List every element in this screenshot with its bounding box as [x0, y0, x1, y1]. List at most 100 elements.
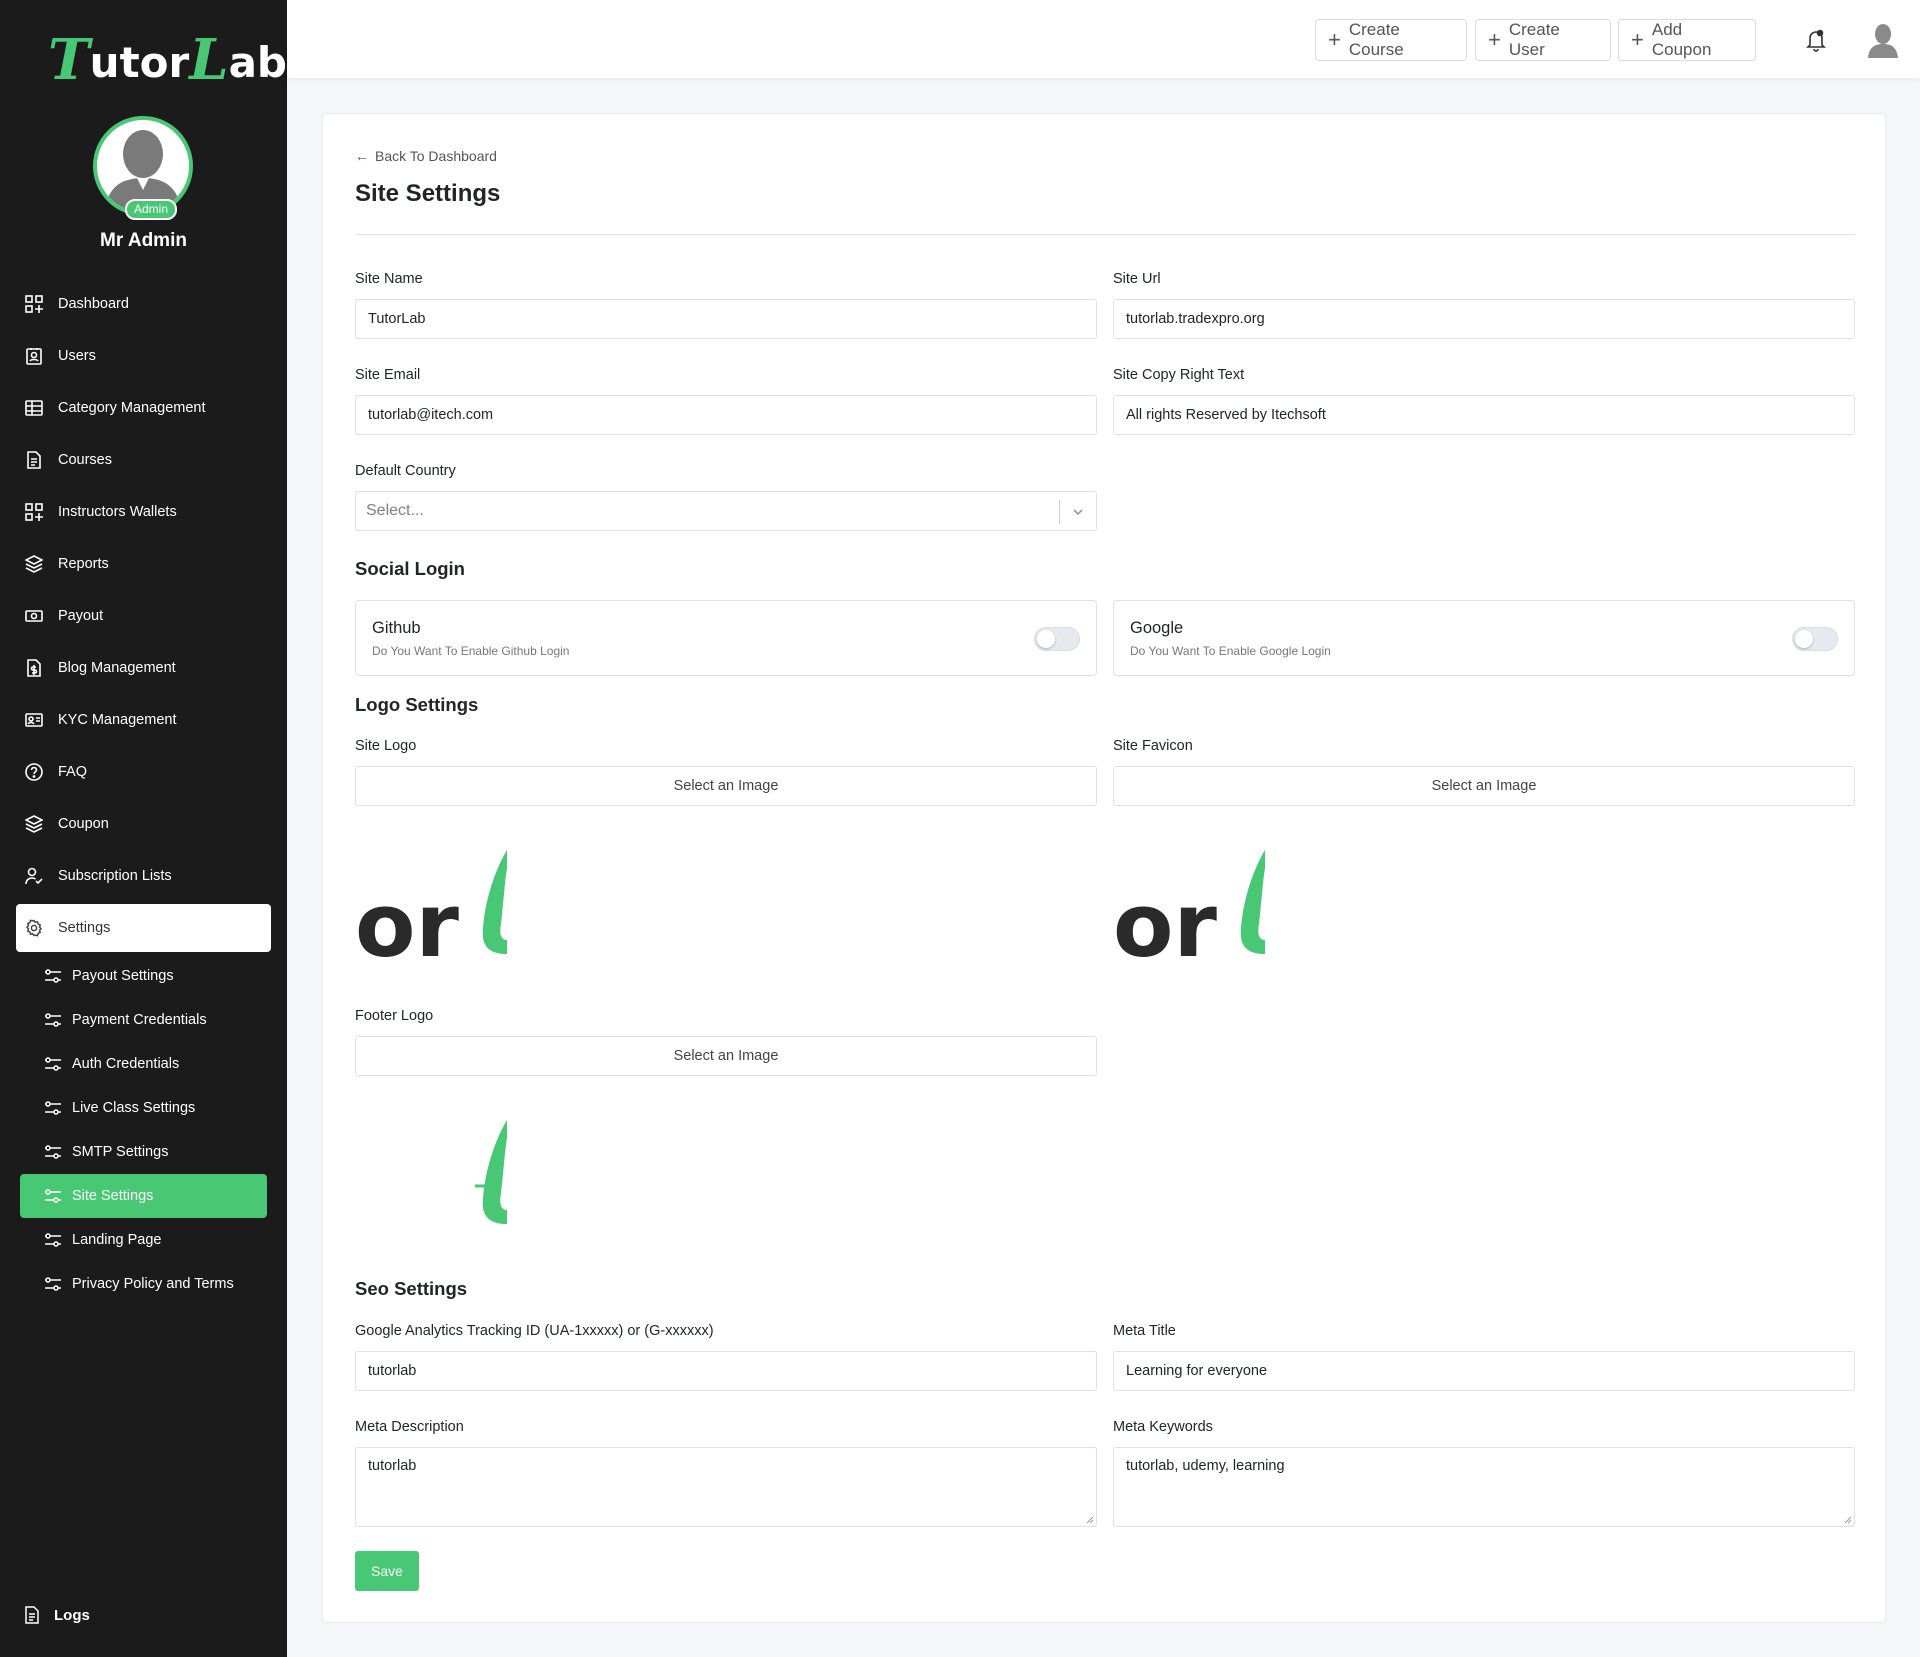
sidebar-item-dashboard[interactable]: Dashboard: [16, 278, 271, 330]
seo-settings-heading: Seo Settings: [355, 1278, 468, 1299]
create-course-button[interactable]: + Create Course: [1315, 19, 1467, 61]
select-separator: [1059, 500, 1060, 524]
meta-keywords-label: Meta Keywords: [1113, 1419, 1213, 1435]
site-logo-label: Site Logo: [355, 738, 417, 754]
sidebar-subitem-payment-credentials[interactable]: Payment Credentials: [20, 998, 267, 1042]
sidebar-item-label: Blog Management: [58, 660, 176, 676]
resize-handle-icon[interactable]: [1842, 1514, 1852, 1524]
sliders-icon: [44, 1187, 62, 1205]
arrow-left-icon: ←: [355, 148, 369, 164]
page-title: Site Settings: [355, 180, 501, 207]
meta-keywords-value: tutorlab, udemy, learning: [1126, 1458, 1285, 1474]
brand-logo[interactable]: Tutor Lab: [48, 28, 287, 88]
sidebar: Tutor Lab Admin Mr Admin Dashboard Users …: [0, 0, 287, 1657]
site-url-input[interactable]: tutorlab.tradexpro.org: [1113, 299, 1855, 339]
site-logo-preview: or: [355, 850, 515, 977]
chevron-down-icon: [1073, 509, 1083, 516]
sidebar-item-instructors-wallets[interactable]: Instructors Wallets: [16, 486, 271, 538]
footer-logo-label: Footer Logo: [355, 1008, 434, 1024]
sidebar-subitem-privacy-policy[interactable]: Privacy Policy and Terms: [20, 1262, 267, 1306]
logo-text: utor: [89, 38, 190, 87]
add-coupon-button[interactable]: + Add Coupon: [1618, 19, 1756, 61]
github-description: Do You Want To Enable Github Login: [372, 644, 570, 658]
add-coupon-label: Add Coupon: [1651, 20, 1712, 59]
site-name-label: Site Name: [355, 271, 423, 287]
github-login-card: Github Do You Want To Enable Github Logi…: [355, 600, 1097, 676]
sidebar-subitem-smtp-settings[interactable]: SMTP Settings: [20, 1130, 267, 1174]
sidebar-item-label: Settings: [58, 920, 111, 936]
sidebar-item-label: KYC Management: [58, 712, 177, 728]
sidebar-item-label: Logs: [54, 1606, 90, 1624]
sidebar-item-label: FAQ: [58, 764, 88, 780]
back-label: Back To Dashboard: [375, 148, 497, 164]
cash-icon: [24, 606, 44, 626]
ga-input[interactable]: tutorlab: [355, 1351, 1097, 1391]
sidebar-item-faq[interactable]: FAQ: [16, 746, 271, 798]
user-silhouette-icon: [1868, 24, 1898, 58]
sidebar-item-label: Reports: [58, 556, 109, 572]
sidebar-item-subscription-lists[interactable]: Subscription Lists: [16, 850, 271, 902]
sliders-icon: [44, 1055, 62, 1073]
back-to-dashboard-link[interactable]: ← Back To Dashboard: [355, 148, 497, 164]
meta-keywords-textarea[interactable]: tutorlab, udemy, learning: [1113, 1447, 1855, 1527]
sidebar-item-users[interactable]: Users: [16, 330, 271, 382]
profile-avatar[interactable]: [1864, 20, 1902, 58]
avatar: Admin: [93, 116, 193, 220]
sidebar-item-courses[interactable]: Courses: [16, 434, 271, 486]
github-toggle[interactable]: [1034, 627, 1080, 651]
create-user-button[interactable]: + Create User: [1475, 19, 1611, 61]
user-card-icon: [24, 346, 44, 366]
sidebar-item-kyc-management[interactable]: KYC Management: [16, 694, 271, 746]
sidebar-subitem-landing-page[interactable]: Landing Page: [20, 1218, 267, 1262]
sidebar-nav: Dashboard Users Category Management Cour…: [16, 278, 271, 1306]
save-button[interactable]: Save: [355, 1551, 419, 1591]
site-email-input[interactable]: tutorlab@itech.com: [355, 395, 1097, 435]
default-country-select[interactable]: Select...: [355, 491, 1097, 531]
logo-text-end: ab: [228, 38, 287, 87]
google-description: Do You Want To Enable Google Login: [1130, 644, 1331, 658]
sidebar-subitem-site-settings[interactable]: Site Settings: [20, 1174, 267, 1218]
sidebar-item-settings[interactable]: Settings: [16, 904, 271, 952]
sidebar-item-payout[interactable]: Payout: [16, 590, 271, 642]
sidebar-subitem-label: Payment Credentials: [72, 1012, 207, 1028]
layers-icon: [24, 814, 44, 834]
default-country-label: Default Country: [355, 463, 456, 479]
logo-initial: T: [48, 27, 90, 93]
resize-handle-icon[interactable]: [1084, 1514, 1094, 1524]
meta-description-textarea[interactable]: tutorlab: [355, 1447, 1097, 1527]
site-email-label: Site Email: [355, 367, 421, 383]
grid-plus-icon: [24, 294, 44, 314]
sidebar-subitem-payout-settings[interactable]: Payout Settings: [20, 954, 267, 998]
site-logo-file-button[interactable]: Select an Image: [355, 766, 1097, 806]
sidebar-subitem-live-class-settings[interactable]: Live Class Settings: [20, 1086, 267, 1130]
social-login-heading: Social Login: [355, 558, 465, 579]
notification-bell-icon[interactable]: [1805, 28, 1827, 52]
select-placeholder: Select...: [366, 502, 424, 519]
toggle-knob: [1795, 630, 1813, 648]
sidebar-subitem-auth-credentials[interactable]: Auth Credentials: [20, 1042, 267, 1086]
meta-title-input[interactable]: Learning for everyone: [1113, 1351, 1855, 1391]
google-title: Google: [1130, 619, 1184, 637]
toggle-knob: [1037, 630, 1055, 648]
google-toggle[interactable]: [1792, 627, 1838, 651]
create-course-label: Create Course: [1348, 20, 1404, 59]
copyright-input[interactable]: All rights Reserved by Itechsoft: [1113, 395, 1855, 435]
logo-settings-heading: Logo Settings: [355, 694, 479, 715]
sidebar-item-reports[interactable]: Reports: [16, 538, 271, 590]
id-card-icon: [24, 710, 44, 730]
sidebar-item-blog-management[interactable]: Blog Management: [16, 642, 271, 694]
question-icon: [24, 762, 44, 782]
table-icon: [24, 398, 44, 418]
document-icon: [24, 450, 44, 470]
sidebar-item-coupon[interactable]: Coupon: [16, 798, 271, 850]
sidebar-item-category-management[interactable]: Category Management: [16, 382, 271, 434]
sidebar-subitem-label: SMTP Settings: [72, 1144, 169, 1160]
sidebar-item-label: Users: [58, 348, 96, 364]
site-name-input[interactable]: TutorLab: [355, 299, 1097, 339]
sliders-icon: [44, 1143, 62, 1161]
plus-icon: +: [1328, 27, 1341, 52]
site-favicon-file-button[interactable]: Select an Image: [1113, 766, 1855, 806]
footer-logo-file-button[interactable]: Select an Image: [355, 1036, 1097, 1076]
sidebar-item-logs[interactable]: Logs: [24, 1606, 90, 1624]
meta-description-value: tutorlab: [368, 1458, 417, 1474]
